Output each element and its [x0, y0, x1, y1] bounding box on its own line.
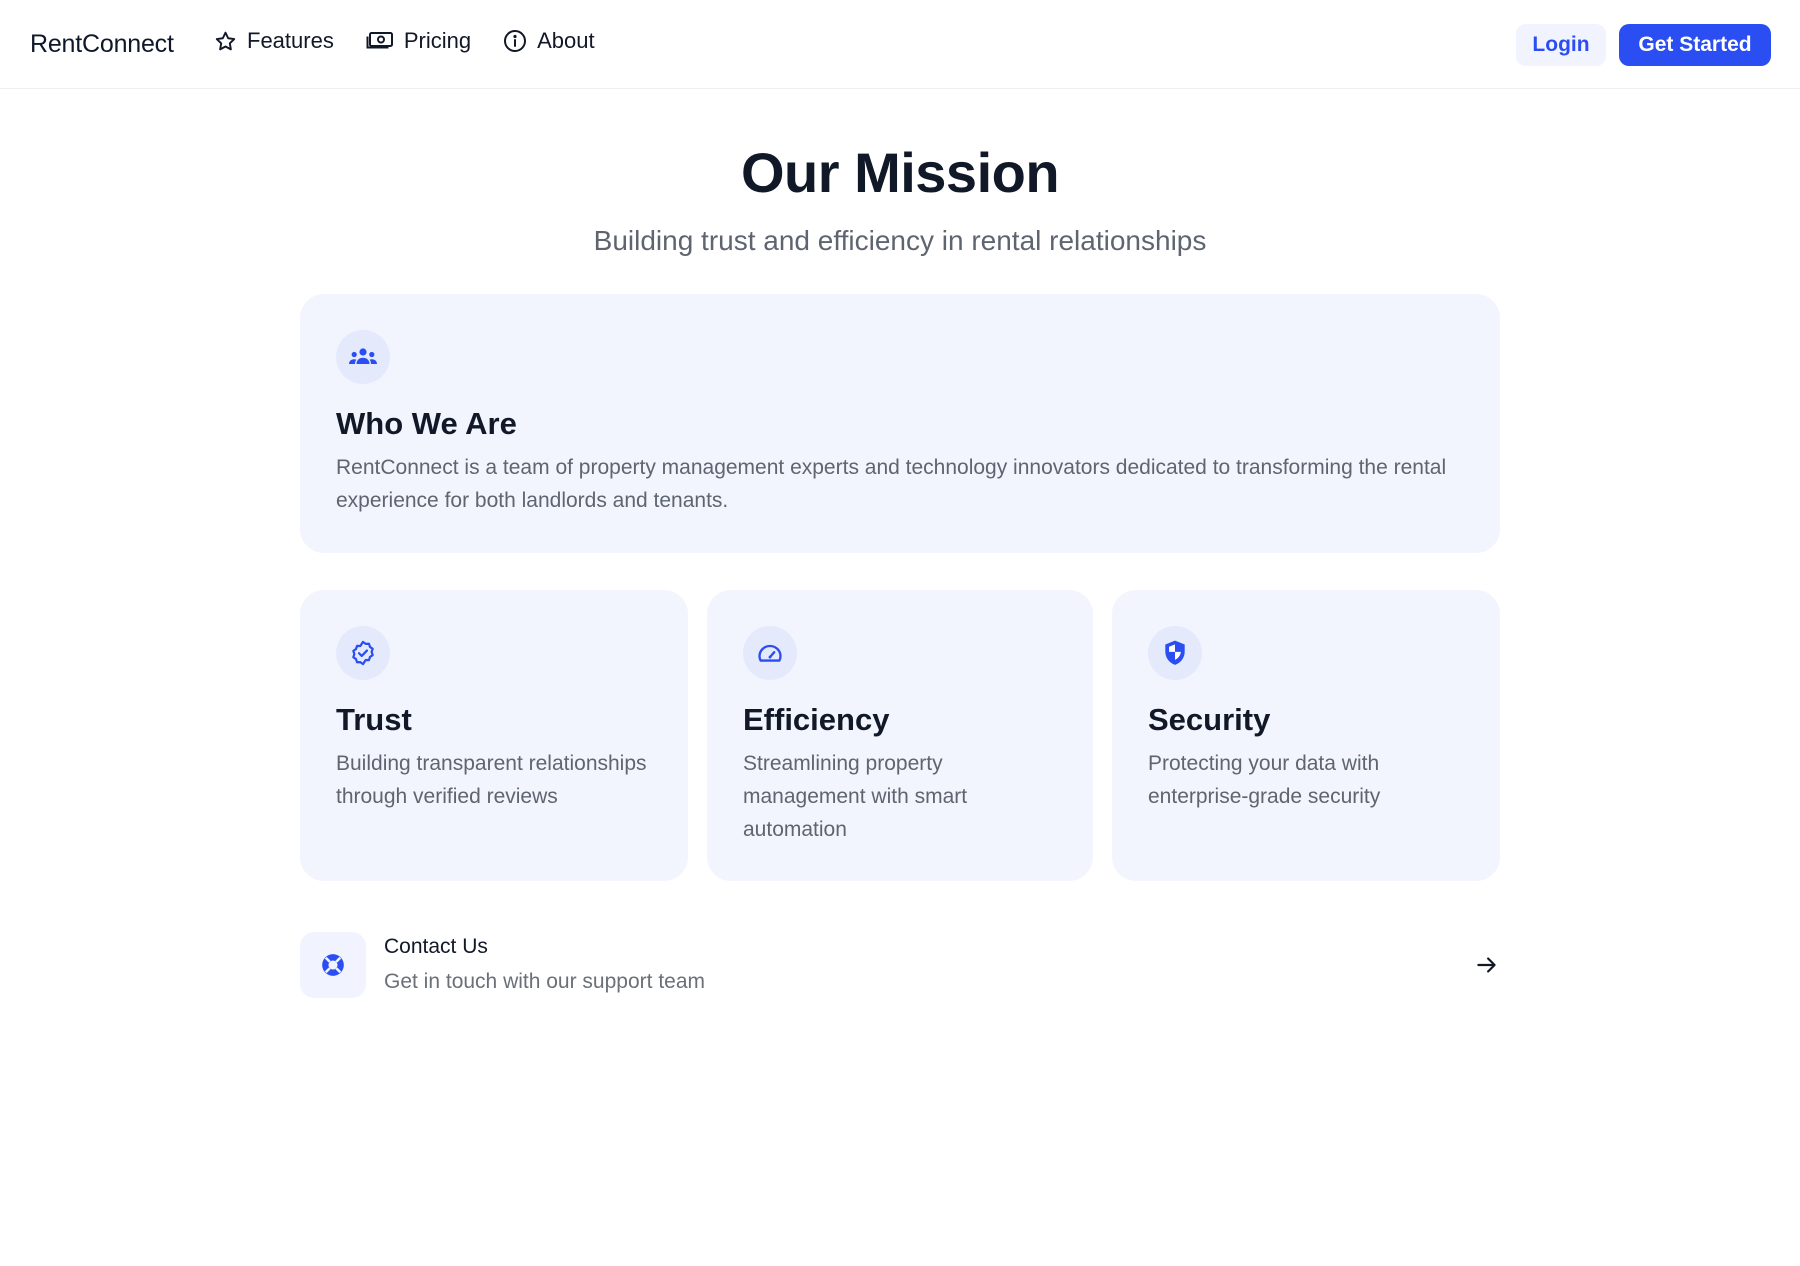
brand-logo[interactable]: RentConnect — [30, 30, 174, 59]
value-card-security: Security Protecting your data with enter… — [1112, 590, 1500, 881]
contact-title: Contact Us — [384, 935, 488, 958]
contact-us-link[interactable]: Contact Us Get in touch with our support… — [300, 932, 1500, 998]
card-title: Security — [1148, 702, 1271, 737]
verified-badge-icon — [336, 626, 390, 680]
value-card-trust: Trust Building transparent relationships… — [300, 590, 688, 881]
navbar: RentConnect Features Pricing About Login… — [0, 0, 1800, 89]
card-title: Efficiency — [743, 702, 890, 737]
who-we-are-card: Who We Are RentConnect is a team of prop… — [300, 294, 1500, 553]
contact-subtitle: Get in touch with our support team — [384, 970, 705, 993]
nav-link-features[interactable]: Features — [214, 28, 334, 54]
users-group-icon — [336, 330, 390, 384]
page-subtitle: Building trust and efficiency in rental … — [593, 225, 1207, 256]
shield-icon — [1148, 626, 1202, 680]
nav-link-about[interactable]: About — [503, 28, 595, 54]
card-description: Protecting your data with enterprise-gra… — [1148, 752, 1381, 808]
speedometer-icon — [743, 626, 797, 680]
card-description: Streamlining property management with sm… — [743, 752, 968, 841]
login-button[interactable]: Login — [1516, 24, 1606, 66]
card-title: Who We Are — [336, 406, 517, 441]
nav-links: Features Pricing About — [214, 28, 595, 54]
card-title: Trust — [336, 702, 412, 737]
value-card-efficiency: Efficiency Streamlining property managem… — [707, 590, 1093, 881]
lifebuoy-icon — [300, 932, 366, 998]
get-started-button[interactable]: Get Started — [1619, 24, 1771, 66]
card-description: RentConnect is a team of property manage… — [336, 456, 1447, 512]
nav-link-pricing[interactable]: Pricing — [366, 28, 471, 54]
nav-link-label: About — [537, 28, 595, 53]
card-description: Building transparent relationships throu… — [336, 752, 647, 808]
arrow-right-icon — [1474, 952, 1500, 978]
nav-link-label: Pricing — [403, 28, 472, 53]
nav-link-label: Features — [247, 28, 334, 53]
banknote-icon — [366, 30, 394, 52]
star-icon — [214, 30, 237, 53]
info-icon — [503, 29, 527, 53]
page-title: Our Mission — [740, 141, 1060, 204]
